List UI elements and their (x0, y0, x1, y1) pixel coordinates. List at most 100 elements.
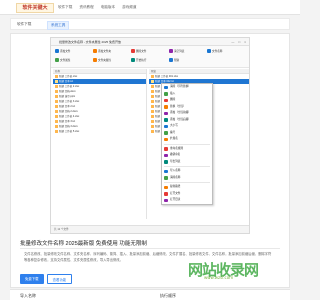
menu-item-label: 清除名称 (170, 175, 181, 179)
file-icon (151, 124, 154, 128)
toolbar-button[interactable]: 清空列表 (169, 49, 184, 54)
menu-item-icon (164, 176, 168, 180)
menu-item-label: 添加（全局后缀） (170, 117, 191, 121)
file-icon (151, 84, 154, 88)
watermark-url: www.wzsl.com (204, 275, 234, 280)
file-name: 新建 文档.docx (59, 90, 76, 93)
file-name: 新建 工作表 4.xlsx (59, 115, 80, 118)
toolbar-button[interactable]: 文件属性 (55, 58, 70, 63)
status-bar: 共 12 个文件 (51, 225, 249, 233)
toolbar-button[interactable]: 文件名称 (207, 49, 223, 54)
menu-item-icon (164, 192, 168, 196)
context-menu-item[interactable]: 清除名称 (162, 175, 212, 182)
delete-icon (131, 49, 135, 54)
menu-item-icon (164, 153, 168, 157)
site-logo[interactable]: 软件关键大 (16, 3, 54, 13)
site-header: 软件关键大 软件下载 资讯教程 电脑版本 游戏频道 (0, 0, 300, 15)
toolbar-button[interactable]: 添加文件夹 (93, 49, 111, 54)
menu-item-label: 删除 (170, 98, 176, 101)
footer-col-order[interactable]: 执行顺序 (160, 293, 176, 299)
context-menu-item[interactable]: 打开目录 (162, 197, 212, 204)
toolbar-button-label: 添加文件 (60, 50, 71, 53)
menu-item-label: 复制路径 (170, 185, 181, 188)
add-file-icon (55, 49, 59, 54)
menu-item-label: 替换（全局） (170, 104, 186, 108)
nav-item[interactable]: 软件下载 (58, 4, 72, 11)
file-name: 新建 演示.pptx (59, 95, 76, 98)
file-icon (151, 104, 154, 108)
breadcrumb-current[interactable]: 系统工具 (47, 21, 70, 30)
menu-item-icon (164, 111, 168, 115)
file-name: 新建 文本 2.txt (59, 105, 76, 108)
divider (20, 248, 280, 249)
file-icon (151, 74, 154, 78)
file-name: 新建 工作表 5.xlsx (59, 130, 80, 133)
menu-item-icon (164, 98, 168, 102)
file-name: 新建 文档 3.docx (59, 125, 78, 128)
menu-item-label: 重命名规则 (170, 146, 183, 150)
menu-item-icon (164, 118, 168, 122)
file-name: 新建 工作表 001.xlsx (155, 75, 179, 78)
toolbar-button[interactable]: 添加文件 (55, 49, 71, 54)
features-button[interactable]: 查看功能 (46, 274, 73, 284)
file-icon (55, 109, 58, 113)
page-title: 批量修改文件名称 2025最新版 免费使用 功能无限制 (20, 241, 147, 247)
file-name: 新建 工作表 3.xlsx (59, 100, 80, 103)
folder-props-icon (93, 58, 97, 63)
maximize-icon[interactable]: □ (238, 40, 240, 44)
toolbar-button-label: 文件名称 (212, 50, 223, 53)
menu-item-icon (164, 105, 168, 109)
file-icon (55, 129, 58, 133)
menu-separator (164, 166, 210, 167)
toolbar-button-label: 添加文件夹 (98, 50, 111, 53)
file-list-row[interactable]: 新建 工作表 5.xlsx (53, 129, 146, 134)
breadcrumb-home[interactable]: 软件下载 (17, 22, 31, 27)
help-icon (169, 58, 173, 63)
toolbar-button[interactable]: 文件夹属性 (93, 58, 111, 63)
file-icon (151, 99, 154, 103)
context-menu-item[interactable]: 导出列表 (162, 159, 212, 166)
watermark: 网站收录网 www.wzsl.com (188, 259, 286, 281)
file-icon (55, 124, 58, 128)
file-list-pane: 名称 新建 工作表.xlsx 新建 文本.txt 新建 工作表 2.xlsx 新建 文… (53, 69, 147, 219)
action-buttons: 免费下载 查看功能 (20, 274, 73, 284)
app-toolbar: 添加文件 添加文件夹 删除文件 清空列表 文件名称文件属性 文件夹属性 开始执行 帮助 (51, 46, 249, 68)
nav-item[interactable]: 电脑版本 (101, 4, 115, 11)
rename-icon (207, 49, 211, 54)
file-icon (55, 94, 58, 98)
menu-item-icon (164, 124, 168, 128)
toolbar-button[interactable]: 删除文件 (131, 49, 147, 54)
file-name: 新建 文本.txt (59, 80, 74, 83)
file-icon (55, 84, 58, 88)
file-name: 新建 文本 3.txt (59, 120, 76, 123)
menu-item-icon (164, 198, 168, 202)
nav-item[interactable]: 资讯教程 (79, 4, 93, 11)
window-controls: — □ × (231, 40, 246, 44)
close-icon[interactable]: × (244, 40, 246, 44)
window-title: 批量修改文件名称 - 文件夹属性 2025 免费开放 (59, 40, 122, 44)
clear-icon (169, 49, 173, 54)
menu-item-label: 导入名称 (170, 169, 181, 172)
minimize-icon[interactable]: — (231, 40, 234, 44)
properties-icon (55, 58, 59, 63)
context-menu: 清除（字符替换） 插入 删除 替换（全局） 添加（全局前缀） 添加（全局后缀） 大小写 编号扩… (161, 83, 213, 205)
download-button[interactable]: 免费下载 (20, 274, 44, 284)
file-icon (151, 114, 154, 118)
context-menu-item[interactable]: 扩展名 (162, 136, 212, 143)
file-icon (151, 94, 154, 98)
nav-item[interactable]: 游戏频道 (122, 4, 136, 11)
menu-separator (164, 182, 210, 183)
file-name: 新建 工作表.xlsx (59, 75, 78, 78)
file-icon (55, 79, 58, 83)
footer-col-import[interactable]: 导入名称 (20, 293, 36, 299)
toolbar-button-label: 删除文件 (136, 50, 147, 53)
menu-item-icon (164, 137, 168, 141)
menu-separator (164, 143, 210, 145)
menu-item-icon (164, 160, 168, 164)
breadcrumb: 软件下载 系统工具 (10, 18, 290, 30)
menu-item-label: 插入 (170, 91, 176, 95)
file-icon (55, 114, 58, 118)
toolbar-button[interactable]: 帮助 (169, 58, 179, 63)
toolbar-button[interactable]: 开始执行 (131, 58, 146, 63)
app-screenshot: 批量修改文件名称 - 文件夹属性 2025 免费开放 — □ × 添加文件 添加文… (50, 37, 250, 234)
